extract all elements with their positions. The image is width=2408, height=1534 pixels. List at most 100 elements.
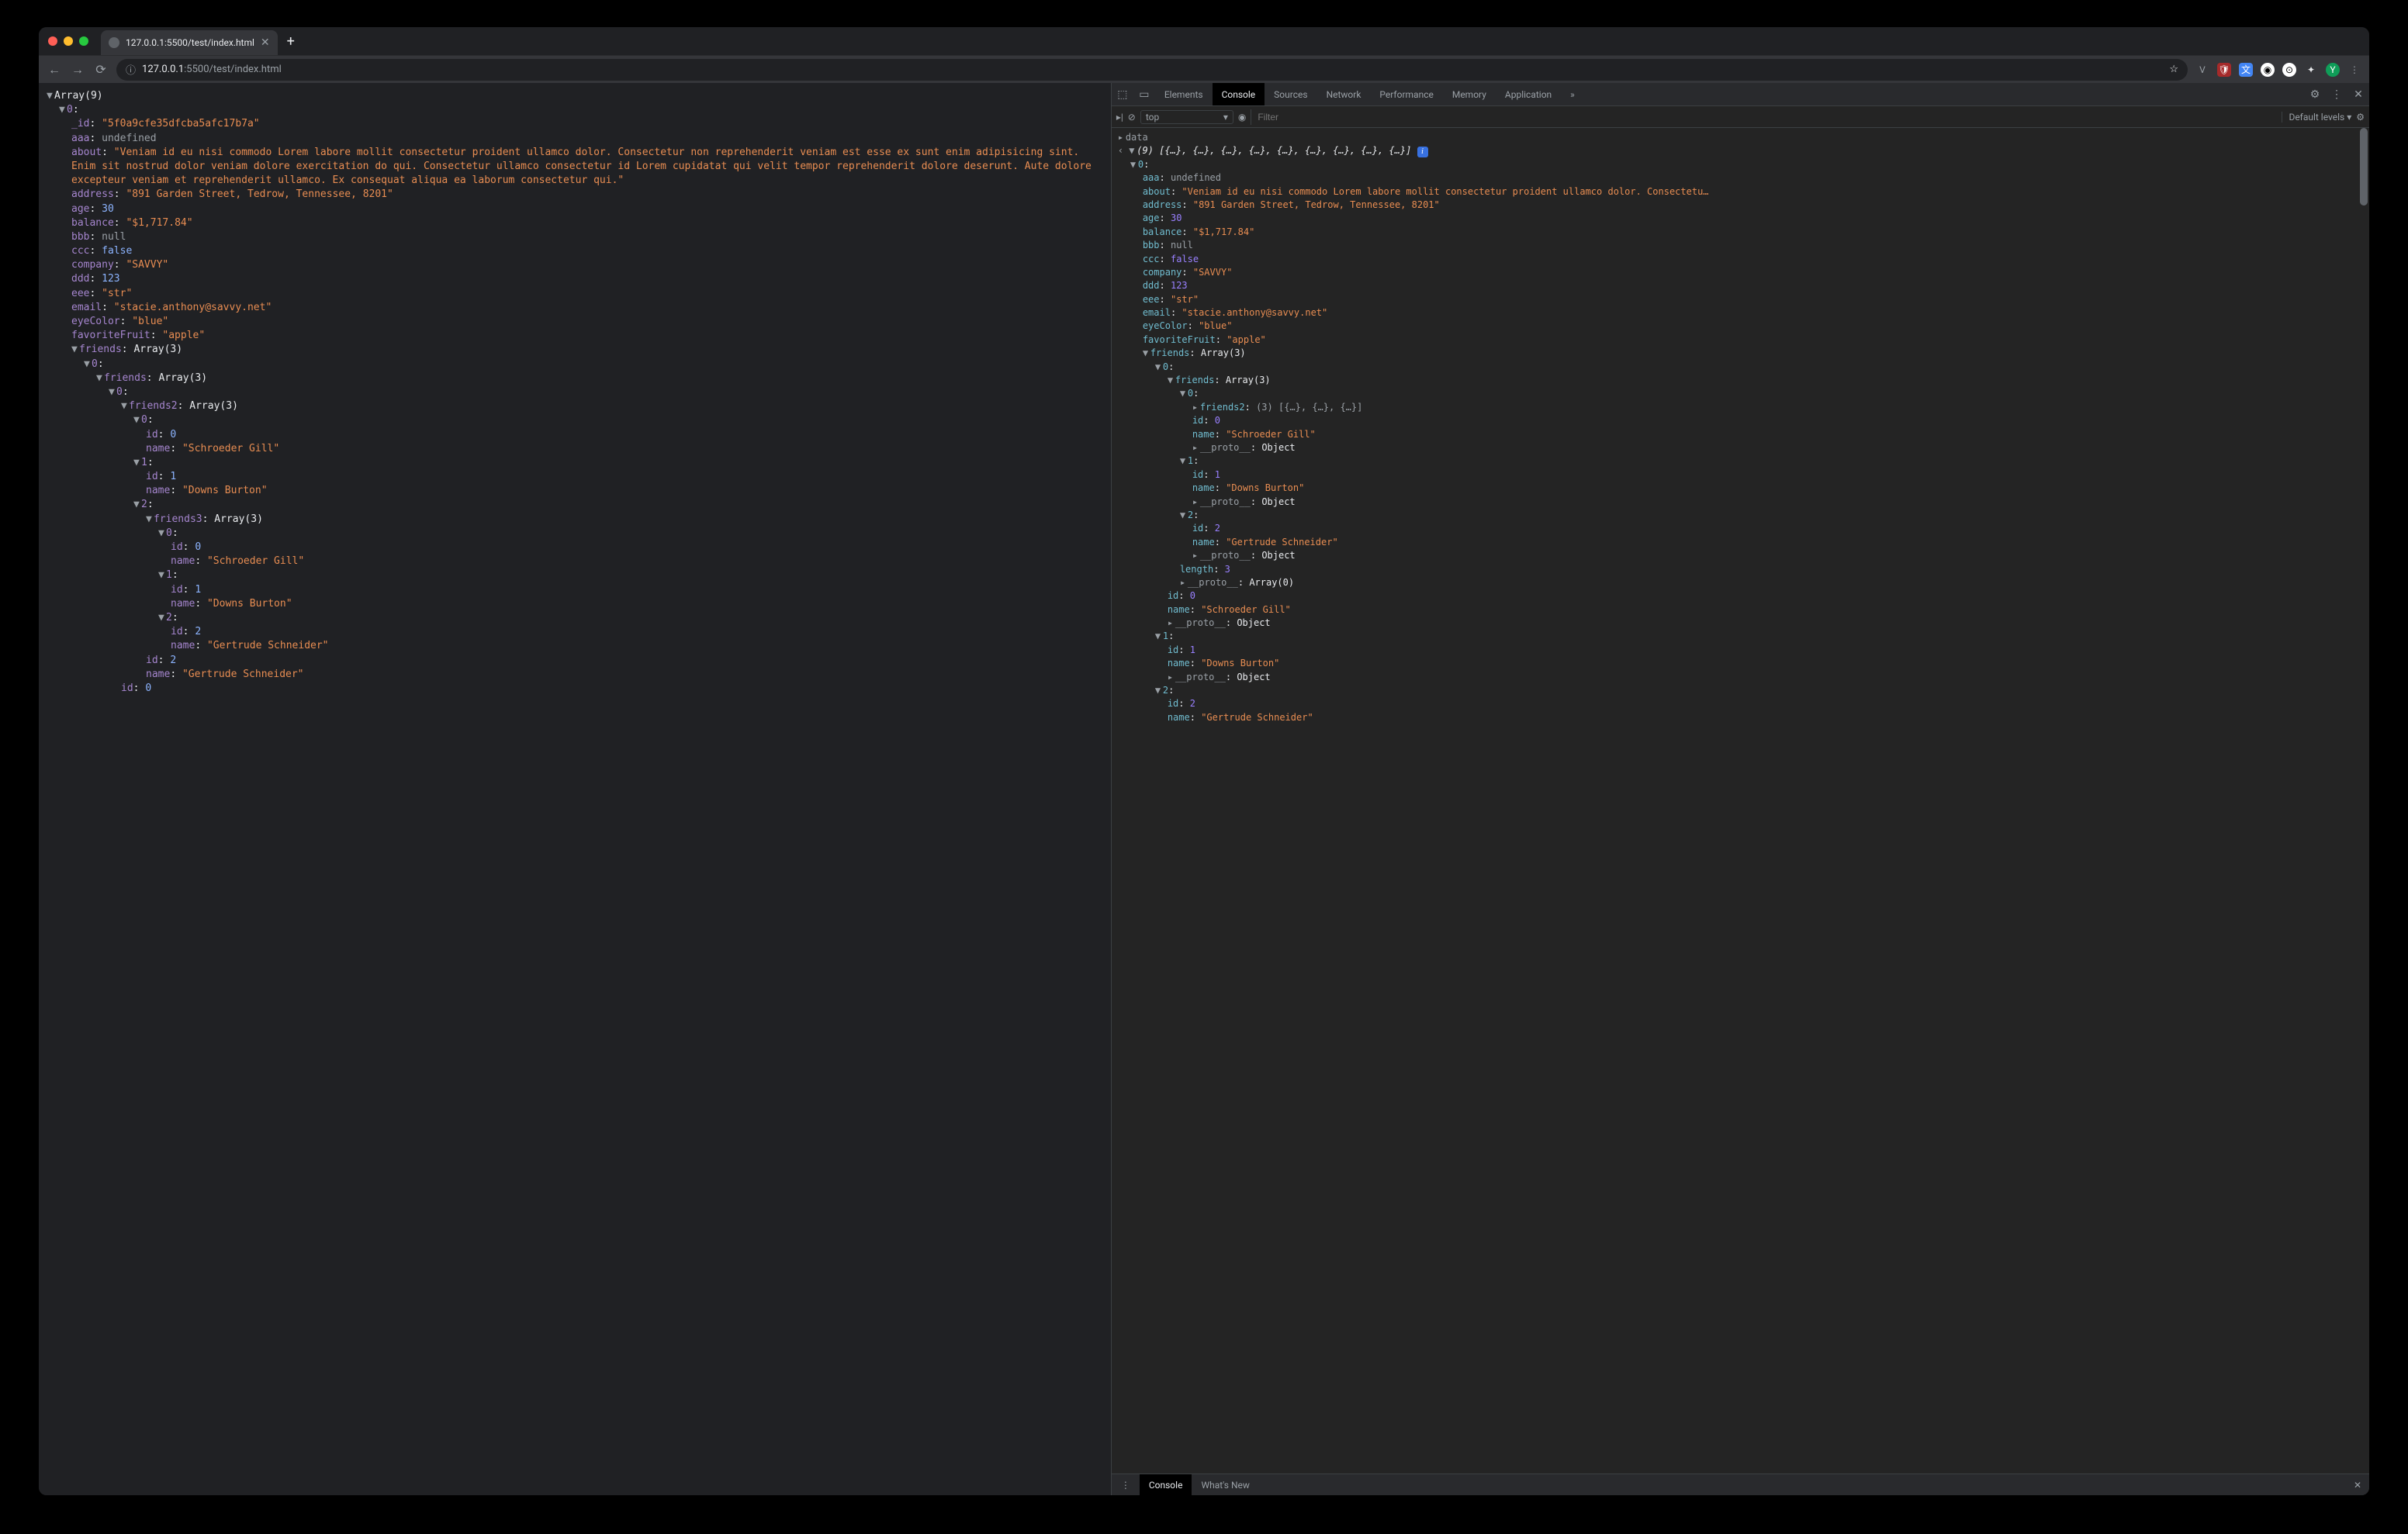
prop-key[interactable]: age [1143, 212, 1160, 223]
prop-key[interactable]: friends [1150, 347, 1190, 358]
tab-close-button[interactable]: ✕ [261, 36, 270, 49]
prop-key[interactable]: eee [71, 288, 89, 299]
browser-tab[interactable]: 127.0.0.1:5500/test/index.html ✕ [101, 30, 278, 55]
drawer-close-icon[interactable]: ✕ [2346, 1480, 2369, 1491]
console-output[interactable]: ▸data ‹ ▼(9) [{…}, {…}, {…}, {…}, {…}, {… [1112, 128, 2369, 1474]
tabs-overflow[interactable]: » [1561, 83, 1584, 105]
prop-key[interactable]: __proto__ [1188, 577, 1238, 588]
tab-memory[interactable]: Memory [1443, 83, 1496, 105]
tree-index[interactable]: 0 [92, 358, 98, 370]
prop-key[interactable]: _id [71, 118, 89, 130]
tab-console[interactable]: Console [1213, 83, 1265, 105]
tree-index[interactable]: 1 [1188, 455, 1193, 466]
prop-key[interactable]: id [1192, 415, 1203, 426]
tree-index[interactable]: 0 [116, 386, 123, 398]
prop-key[interactable]: id [121, 682, 133, 694]
maximize-window-button[interactable] [79, 36, 88, 46]
log-levels-dropdown[interactable]: Default levels ▾ [2282, 112, 2351, 123]
context-selector[interactable]: top▾ [1140, 110, 1233, 124]
console-entry[interactable]: data [1126, 132, 1148, 143]
bookmark-button[interactable]: ☆ [2169, 64, 2178, 75]
close-window-button[interactable] [48, 36, 57, 46]
tree-index[interactable]: 0 [166, 527, 172, 539]
prop-key[interactable]: friends2 [129, 400, 178, 412]
back-button[interactable]: ← [47, 62, 62, 78]
prop-key[interactable]: company [71, 259, 114, 271]
scrollbar[interactable] [2358, 128, 2369, 1474]
prop-key[interactable]: name [1192, 429, 1215, 440]
prop-key[interactable]: about [71, 147, 102, 158]
tree-index[interactable]: 0 [141, 414, 147, 426]
prop-key[interactable]: __proto__ [1200, 496, 1251, 507]
prop-key[interactable]: bbb [1143, 240, 1160, 250]
tree-index[interactable]: 1 [1163, 631, 1168, 641]
devtools-close-icon[interactable]: ✕ [2347, 88, 2369, 101]
prop-key[interactable]: email [1143, 307, 1171, 318]
extension-github-icon[interactable]: ⊙ [2282, 63, 2296, 77]
prop-key[interactable]: company [1143, 267, 1182, 278]
extensions-icon[interactable]: ✦ [2304, 63, 2318, 77]
prop-key[interactable]: ddd [71, 273, 89, 285]
prop-key[interactable]: ccc [1143, 254, 1160, 264]
tree-index[interactable]: 2 [141, 499, 147, 510]
prop-key[interactable]: eyeColor [1143, 320, 1188, 331]
prop-key[interactable]: id [171, 584, 183, 596]
prop-key[interactable]: friends [1175, 375, 1215, 385]
prop-key[interactable]: __proto__ [1200, 442, 1251, 453]
prop-key[interactable]: id [1192, 469, 1203, 480]
prop-key[interactable]: favoriteFruit [1143, 334, 1216, 345]
prop-key[interactable]: name [1168, 658, 1190, 669]
prop-key[interactable]: name [171, 598, 195, 610]
prop-key[interactable]: bbb [71, 231, 89, 243]
page-viewport[interactable]: ▼Array(9) ▼0: _id: "5f0a9cfe35dfcba5afc1… [39, 83, 1111, 1495]
profile-avatar[interactable]: Y [2326, 63, 2340, 77]
extension-robot-icon[interactable]: ◉ [2261, 63, 2275, 77]
prop-key[interactable]: __proto__ [1175, 672, 1226, 682]
tree-index[interactable]: 2 [1163, 685, 1168, 696]
prop-key[interactable]: name [1192, 537, 1215, 548]
console-sidebar-toggle-icon[interactable]: ▸| [1116, 112, 1123, 123]
tab-performance[interactable]: Performance [1370, 83, 1442, 105]
prop-key[interactable]: friends [104, 372, 147, 384]
devtools-menu-icon[interactable]: ⋮ [2326, 88, 2347, 101]
prop-key[interactable]: name [171, 640, 195, 651]
tab-elements[interactable]: Elements [1155, 83, 1213, 105]
drawer-tab-whatsnew[interactable]: What's New [1192, 1474, 1258, 1495]
forward-button[interactable]: → [70, 62, 85, 78]
prop-key[interactable]: id [171, 541, 183, 553]
tree-index[interactable]: 0 [67, 104, 73, 116]
inspect-icon[interactable]: ⬚ [1112, 88, 1133, 101]
prop-key[interactable]: balance [71, 217, 114, 229]
prop-key[interactable]: id [146, 429, 158, 441]
prop-key[interactable]: id [146, 655, 158, 666]
prop-key[interactable]: name [146, 669, 170, 680]
prop-key[interactable]: friends [79, 344, 122, 355]
prop-key[interactable]: name [146, 443, 170, 454]
extension-v-icon[interactable]: V [2195, 63, 2209, 77]
device-toggle-icon[interactable]: ▭ [1133, 88, 1155, 101]
prop-key[interactable]: id [1168, 644, 1178, 655]
prop-key[interactable]: email [71, 302, 102, 313]
live-expression-icon[interactable]: ◉ [1238, 112, 1246, 123]
extension-translate-icon[interactable]: 文 [2239, 63, 2253, 77]
tree-root[interactable]: Array(9) [54, 90, 103, 102]
prop-key[interactable]: name [171, 555, 195, 567]
prop-key[interactable]: name [1168, 712, 1190, 723]
prop-key[interactable]: friends2 [1200, 402, 1245, 413]
prop-key[interactable]: ddd [1143, 280, 1160, 291]
prop-key[interactable]: __proto__ [1175, 617, 1226, 628]
prop-key[interactable]: id [1168, 590, 1178, 601]
tree-index[interactable]: 1 [166, 569, 172, 581]
site-info-icon[interactable]: ⓘ [126, 62, 136, 77]
clear-console-icon[interactable]: ⊘ [1128, 112, 1136, 123]
tree-index[interactable]: 1 [141, 457, 147, 468]
prop-key[interactable]: balance [1143, 226, 1182, 237]
console-summary[interactable]: (9) [{…}, {…}, {…}, {…}, {…}, {…}, {…}, … [1137, 145, 1411, 156]
prop-key[interactable]: id [1168, 698, 1178, 709]
prop-key[interactable]: address [71, 188, 114, 200]
tab-network[interactable]: Network [1317, 83, 1371, 105]
prop-key[interactable]: favoriteFruit [71, 330, 150, 341]
info-icon[interactable]: i [1417, 147, 1428, 157]
reload-button[interactable]: ⟳ [93, 62, 109, 77]
prop-key[interactable]: id [146, 471, 158, 482]
